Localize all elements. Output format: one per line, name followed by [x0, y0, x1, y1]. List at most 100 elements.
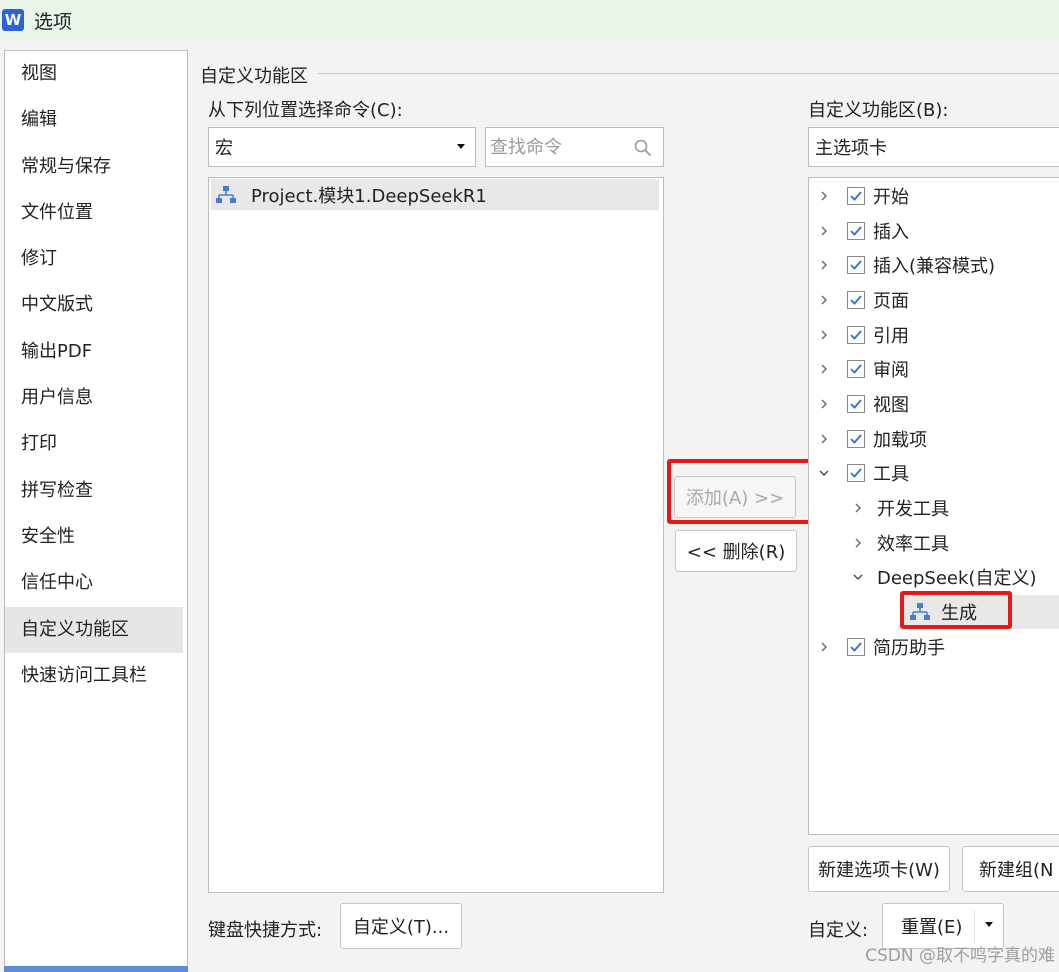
tree-node-developer-tools[interactable]: 开发工具 — [853, 493, 949, 523]
checkmark-icon — [850, 226, 862, 236]
tab-checkbox[interactable] — [847, 256, 865, 274]
tree-node-label: 加载项 — [873, 430, 927, 451]
chevron-right-icon[interactable] — [819, 191, 829, 201]
command-list[interactable]: Project.模块1.DeepSeekR1 — [208, 177, 664, 893]
split-divider — [974, 910, 975, 944]
sidebar-item-general-save[interactable]: 常规与保存 — [5, 144, 187, 190]
keyboard-customize-button[interactable]: 自定义(T)... — [340, 903, 462, 949]
chevron-down-icon[interactable] — [985, 922, 993, 927]
chevron-right-icon[interactable] — [853, 503, 863, 513]
window-title: 选项 — [34, 10, 73, 33]
tab-checkbox[interactable] — [847, 326, 865, 344]
sidebar-item-spell-check[interactable]: 拼写检查 — [5, 468, 187, 514]
checkmark-icon — [850, 260, 862, 270]
tree-node-page[interactable]: 页面 — [819, 285, 909, 315]
checkmark-icon — [850, 330, 862, 340]
reset-button-label: 重置(E) — [901, 917, 963, 938]
tree-node-tools[interactable]: 工具 — [819, 458, 909, 488]
target-label: 自定义功能区(B): — [808, 100, 949, 121]
tree-node-label: 页面 — [873, 291, 909, 312]
chevron-down-icon — [457, 144, 465, 149]
sidebar-item-export-pdf[interactable]: 输出PDF — [5, 329, 187, 375]
tree-node-label: 工具 — [873, 464, 909, 485]
tree-node-label: 开发工具 — [877, 499, 949, 520]
tree-node-label: 视图 — [873, 395, 909, 416]
tab-checkbox[interactable] — [847, 464, 865, 482]
sidebar-item-file-locations[interactable]: 文件位置 — [5, 190, 187, 236]
tab-checkbox[interactable] — [847, 395, 865, 413]
customize-ribbon-panel: 自定义功能区 从下列位置选择命令(C): 宏 Project.模块1.DeepS… — [188, 50, 1059, 972]
tree-node-view[interactable]: 视图 — [819, 389, 909, 419]
checkmark-icon — [850, 642, 862, 652]
chevron-down-icon[interactable] — [819, 468, 829, 478]
macro-icon — [216, 185, 236, 203]
chevron-right-icon[interactable] — [819, 295, 829, 305]
tree-node-insert[interactable]: 插入 — [819, 216, 909, 246]
checkmark-icon — [850, 364, 862, 374]
tree-node-label: 简历助手 — [873, 638, 945, 659]
sidebar-item-print[interactable]: 打印 — [5, 421, 187, 467]
tab-checkbox[interactable] — [847, 187, 865, 205]
tree-node-label: 开始 — [873, 187, 909, 208]
checkmark-icon — [850, 191, 862, 201]
list-item[interactable]: Project.模块1.DeepSeekR1 — [211, 179, 659, 210]
sidebar-item-quick-access-toolbar[interactable]: 快速访问工具栏 — [5, 653, 187, 699]
command-source-value: 宏 — [215, 138, 233, 159]
source-label: 从下列位置选择命令(C): — [208, 100, 403, 121]
sidebar-item-revisions[interactable]: 修订 — [5, 236, 187, 282]
command-search-input[interactable] — [486, 128, 626, 166]
checkmark-icon — [850, 434, 862, 444]
chevron-right-icon[interactable] — [819, 364, 829, 374]
chevron-right-icon[interactable] — [819, 434, 829, 444]
group-divider — [318, 73, 1059, 74]
tab-checkbox[interactable] — [847, 222, 865, 240]
ribbon-tree[interactable]: 开始 插入 插入(兼容模式) 页面 引用 审阅 视图 加载项 工具 开发工具 效… — [808, 177, 1059, 835]
checkmark-icon — [850, 399, 862, 409]
customize-label: 自定义: — [808, 920, 869, 941]
ribbon-tabs-value: 主选项卡 — [815, 138, 887, 159]
chevron-right-icon[interactable] — [819, 260, 829, 270]
chevron-down-icon[interactable] — [853, 572, 863, 582]
search-icon[interactable] — [633, 138, 653, 158]
new-tab-button[interactable]: 新建选项卡(W) — [808, 846, 950, 892]
new-group-button[interactable]: 新建组(N — [962, 846, 1059, 892]
tab-checkbox[interactable] — [847, 360, 865, 378]
command-label: Project.模块1.DeepSeekR1 — [251, 185, 487, 207]
tree-node-insert-compat[interactable]: 插入(兼容模式) — [819, 250, 995, 280]
sidebar-item-trust-center[interactable]: 信任中心 — [5, 560, 187, 606]
add-button-highlight — [667, 459, 814, 524]
tree-node-resume-assistant[interactable]: 简历助手 — [819, 632, 945, 662]
chevron-right-icon[interactable] — [819, 226, 829, 236]
chevron-right-icon[interactable] — [853, 538, 863, 548]
tree-node-deepseek-custom[interactable]: DeepSeek(自定义) — [853, 562, 1036, 592]
sidebar-item-chinese-layout[interactable]: 中文版式 — [5, 282, 187, 328]
tree-node-home[interactable]: 开始 — [819, 181, 909, 211]
options-sidebar: 视图 编辑 常规与保存 文件位置 修订 中文版式 输出PDF 用户信息 打印 拼… — [4, 50, 188, 972]
tree-node-label: 插入 — [873, 222, 909, 243]
chevron-right-icon[interactable] — [819, 330, 829, 340]
tree-node-label: 效率工具 — [877, 534, 949, 555]
tab-checkbox[interactable] — [847, 430, 865, 448]
group-title: 自定义功能区 — [200, 62, 312, 88]
ribbon-tabs-select[interactable]: 主选项卡 — [808, 127, 1059, 167]
command-source-select[interactable]: 宏 — [208, 127, 476, 167]
tree-node-label: 插入(兼容模式) — [873, 256, 996, 277]
chevron-right-icon[interactable] — [819, 399, 829, 409]
checkmark-icon — [850, 295, 862, 305]
command-search-box — [485, 127, 664, 167]
remove-button[interactable]: << 删除(R) — [675, 530, 797, 572]
tree-node-review[interactable]: 审阅 — [819, 354, 909, 384]
sidebar-item-security[interactable]: 安全性 — [5, 514, 187, 560]
tree-node-addins[interactable]: 加载项 — [819, 424, 927, 454]
chevron-right-icon[interactable] — [819, 642, 829, 652]
sidebar-item-edit[interactable]: 编辑 — [5, 97, 187, 143]
sidebar-item-view[interactable]: 视图 — [5, 51, 187, 97]
tree-node-references[interactable]: 引用 — [819, 320, 909, 350]
tree-node-efficiency-tools[interactable]: 效率工具 — [853, 528, 949, 558]
tab-checkbox[interactable] — [847, 291, 865, 309]
tree-node-label: 审阅 — [873, 360, 909, 381]
wps-writer-logo-icon: W — [2, 9, 24, 31]
sidebar-item-customize-ribbon[interactable]: 自定义功能区 — [5, 606, 183, 653]
tab-checkbox[interactable] — [847, 638, 865, 656]
sidebar-item-user-info[interactable]: 用户信息 — [5, 375, 187, 421]
